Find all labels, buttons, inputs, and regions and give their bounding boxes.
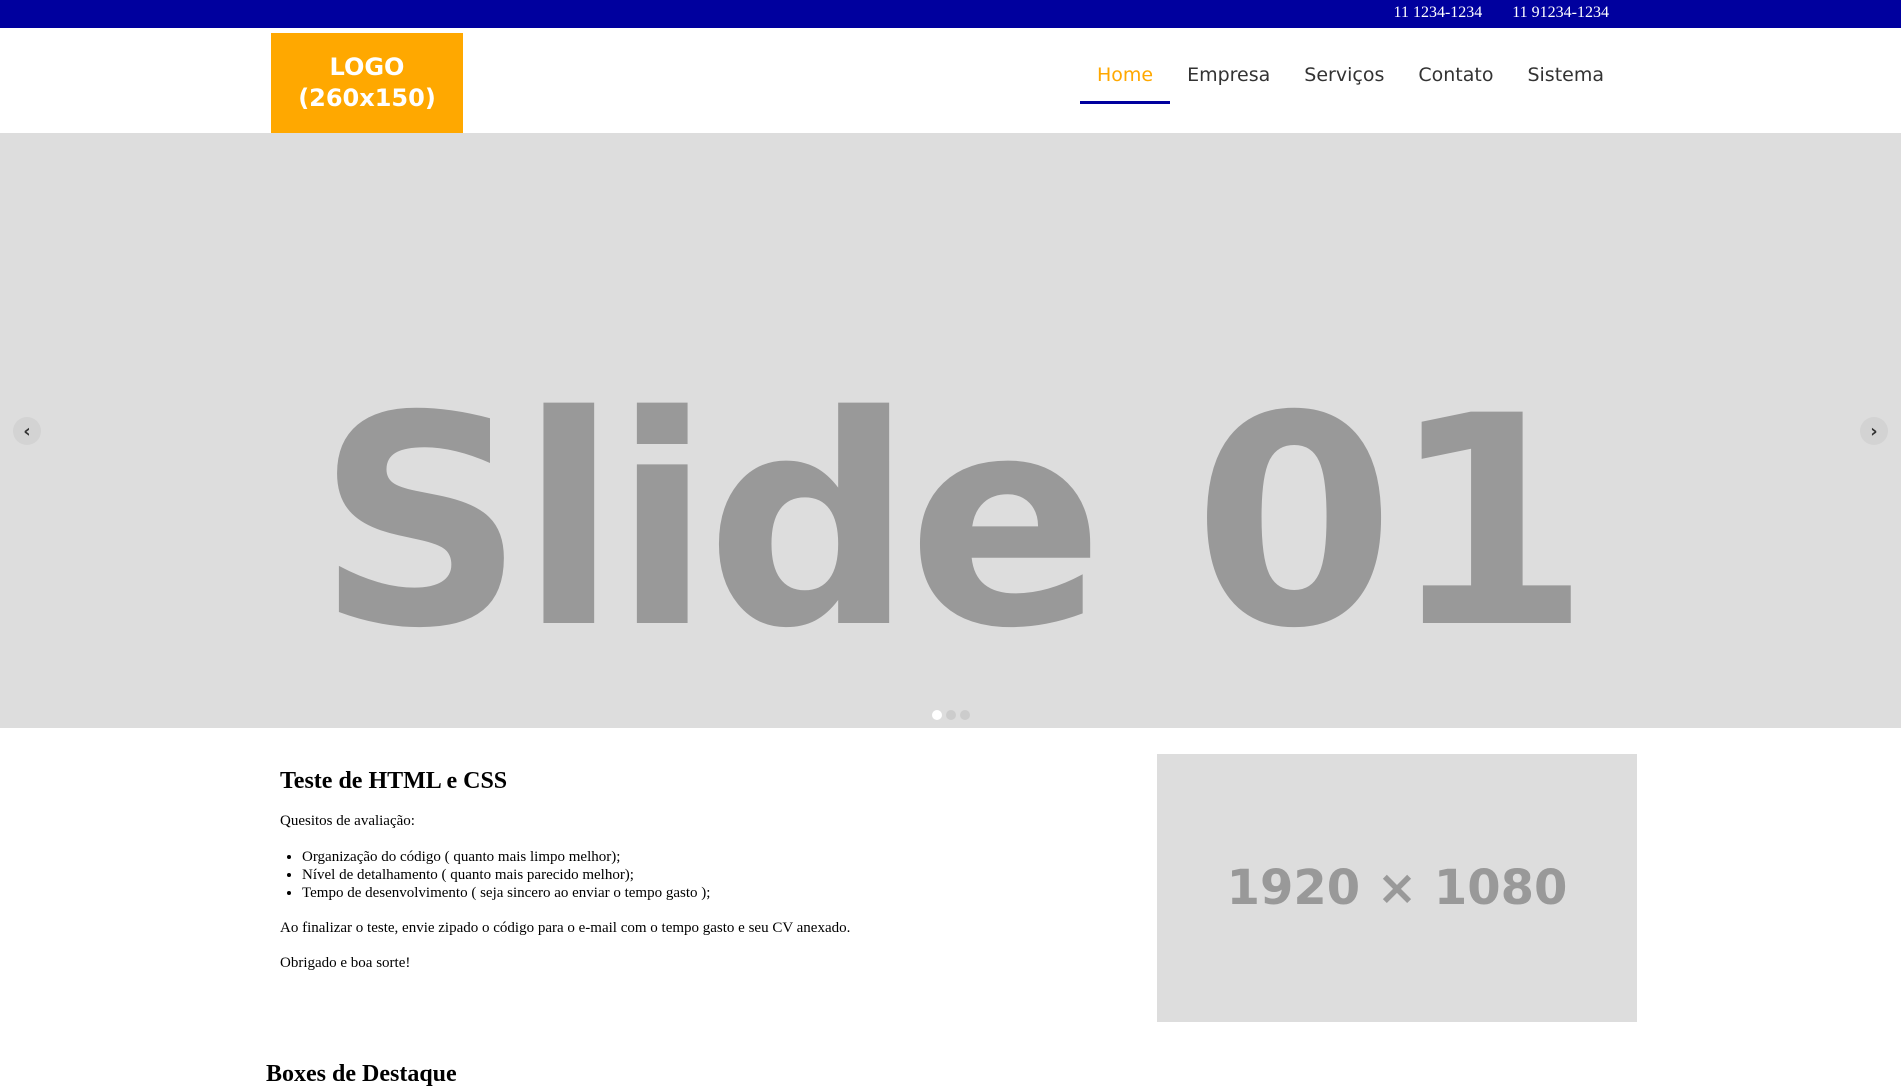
list-item: Organização do código ( quanto mais limp… <box>302 848 980 866</box>
logo[interactable]: LOGO (260x150) <box>271 33 463 133</box>
nav-home[interactable]: Home <box>1079 64 1171 104</box>
phone-number-2[interactable]: 11 91234-1234 <box>1512 4 1609 22</box>
list-item: Nível de detalhamento ( quanto mais pare… <box>302 866 980 884</box>
main-content: Teste de HTML e CSS Quesitos de avaliaçã… <box>0 728 1901 1087</box>
phone-list: 11 1234-1234 11 91234-1234 <box>1394 4 1609 22</box>
slider-dot-3[interactable] <box>959 710 970 720</box>
logo-line-2: (260x150) <box>298 84 436 112</box>
nav-empresa[interactable]: Empresa <box>1170 64 1287 104</box>
slider-next-button[interactable]: › <box>1860 417 1888 445</box>
slide-text: Slide 01 <box>316 355 1590 692</box>
slider-dot-2[interactable] <box>945 710 956 720</box>
logo-line-1: LOGO <box>329 53 405 81</box>
finish-paragraph: Ao finalizar o teste, envie zipado o cód… <box>280 920 851 936</box>
chevron-left-icon: ‹ <box>23 420 31 442</box>
intro-paragraph: Quesitos de avaliação: <box>280 813 415 829</box>
hero-slider: Slide 01 ‹ › <box>0 133 1901 728</box>
nav-servicos[interactable]: Serviços <box>1287 64 1401 104</box>
section-title: Teste de HTML e CSS <box>280 768 508 794</box>
list-item: Tempo de desenvolvimento ( seja sincero … <box>302 884 980 902</box>
slider-prev-button[interactable]: ‹ <box>13 417 41 445</box>
site-header: LOGO (260x150) Home Empresa Serviços Con… <box>0 28 1901 133</box>
slider-dots <box>0 710 1901 720</box>
thanks-paragraph: Obrigado e boa sorte! <box>280 955 411 971</box>
boxes-title: Boxes de Destaque <box>266 1061 457 1087</box>
phone-number-1[interactable]: 11 1234-1234 <box>1394 4 1483 22</box>
main-nav: Home Empresa Serviços Contato Sistema <box>1079 64 1621 104</box>
intro-text: Teste de HTML e CSS Quesitos de avaliaçã… <box>280 768 980 990</box>
nav-contato[interactable]: Contato <box>1401 64 1510 104</box>
top-contact-bar: 11 1234-1234 11 91234-1234 <box>0 0 1901 28</box>
chevron-right-icon: › <box>1870 420 1878 442</box>
slider-dot-1[interactable] <box>931 710 942 720</box>
image-placeholder: 1920 × 1080 <box>1157 754 1637 1022</box>
nav-sistema[interactable]: Sistema <box>1510 64 1621 104</box>
criteria-list: Organização do código ( quanto mais limp… <box>280 848 980 902</box>
